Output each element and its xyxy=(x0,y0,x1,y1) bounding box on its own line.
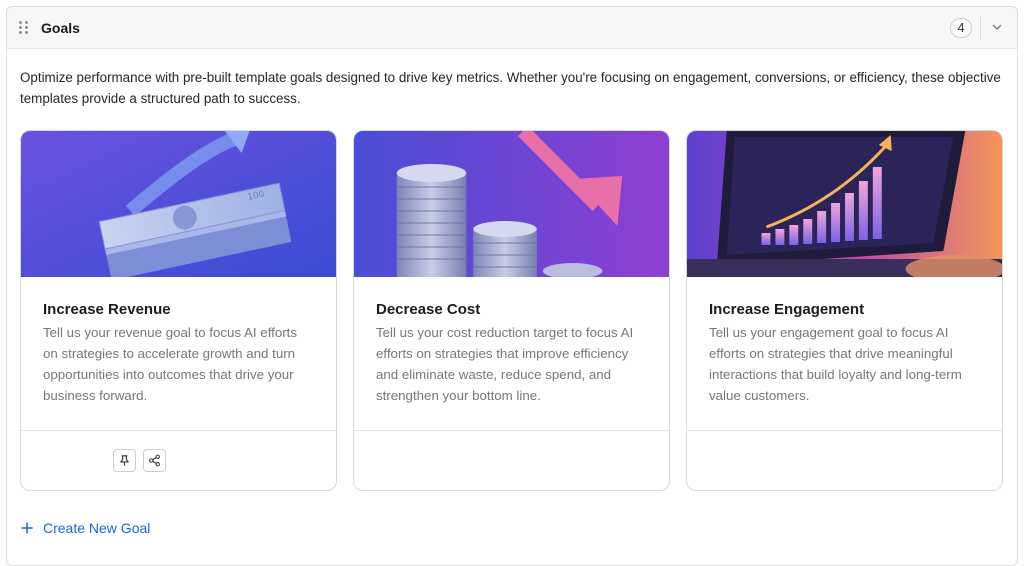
card-footer xyxy=(21,430,336,490)
laptop-bar-chart-icon xyxy=(687,131,1002,277)
chevron-down-icon[interactable] xyxy=(991,21,1003,33)
card-title: Increase Engagement xyxy=(709,301,865,318)
card-title: Decrease Cost xyxy=(376,301,481,318)
share-button[interactable] xyxy=(143,449,166,472)
header-divider xyxy=(980,16,981,40)
drag-handle-icon[interactable] xyxy=(19,21,29,35)
card-description: Tell us your cost reduction target to fo… xyxy=(376,325,634,403)
goals-panel: Goals 4 Optimize performance with pre-bu… xyxy=(6,6,1018,566)
plus-icon xyxy=(21,522,33,534)
panel-title: Goals xyxy=(41,19,80,36)
goal-card-increase-engagement[interactable]: Increase Engagement Tell us your engagem… xyxy=(686,130,1003,491)
create-new-goal-label: Create New Goal xyxy=(43,520,151,536)
card-footer xyxy=(687,430,1002,490)
goal-card-increase-revenue[interactable]: 100 Increase Revenue Tell us your revenu… xyxy=(20,130,337,491)
card-footer xyxy=(354,430,669,490)
pin-icon xyxy=(120,455,129,466)
money-stack-arrow-up-icon: 100 xyxy=(21,131,336,277)
count-badge: 4 xyxy=(950,18,972,38)
coin-stacks-arrow-down-icon xyxy=(354,131,669,277)
card-description: Tell us your engagement goal to focus AI… xyxy=(709,325,962,403)
card-title: Increase Revenue xyxy=(43,301,171,318)
share-icon xyxy=(149,454,160,467)
goal-template-cards: 100 Increase Revenue Tell us your revenu… xyxy=(20,130,1003,491)
card-description: Tell us your revenue goal to focus AI ef… xyxy=(43,325,298,403)
goal-card-decrease-cost[interactable]: Decrease Cost Tell us your cost reductio… xyxy=(353,130,670,491)
panel-header[interactable]: Goals 4 xyxy=(7,7,1017,49)
create-new-goal-button[interactable]: Create New Goal xyxy=(21,520,150,536)
pin-button[interactable] xyxy=(113,449,136,472)
panel-description: Optimize performance with pre-built temp… xyxy=(20,70,1001,106)
